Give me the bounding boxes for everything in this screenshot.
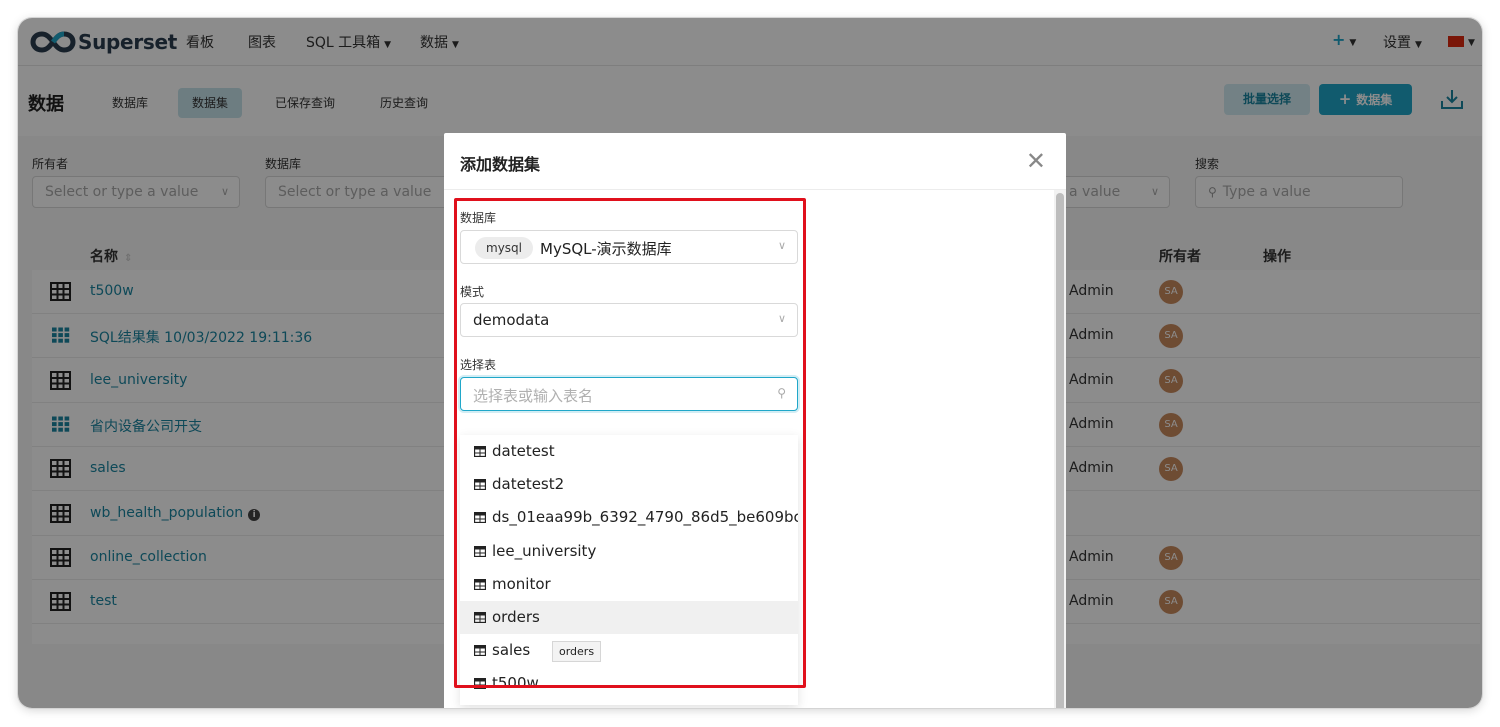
modal-scrollbar-thumb[interactable] [1056,193,1064,708]
modal-divider [444,189,1066,190]
highlight-annotation-box [454,198,806,688]
add-dataset-modal: 添加数据集 ✕ 数据库 mysql MySQL-演示数据库 ∨ 模式 demod… [444,133,1066,708]
close-icon[interactable]: ✕ [1026,147,1046,175]
app-window: Superset 看板 图表 SQL 工具箱 ▼ 数据 ▼ + ▼ 设置 ▼ ▼ 数据 … [18,18,1482,708]
modal-title: 添加数据集 [460,155,541,174]
